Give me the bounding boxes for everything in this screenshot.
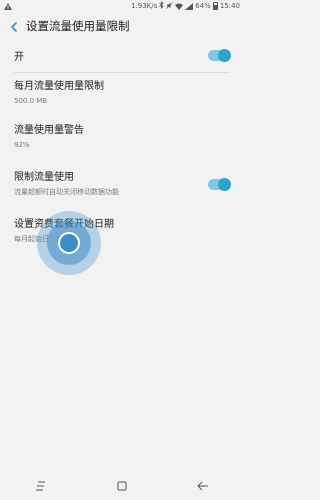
monthly-limit-value: 500.0 MB	[14, 97, 48, 105]
monthly-limit-item[interactable]: 每月流量使用量限制 500.0 MB	[14, 80, 230, 106]
page-title: 设置流量使用量限制	[26, 19, 130, 33]
usage-warning-item[interactable]: 流量使用量警告 92%	[14, 124, 230, 150]
touch-point	[58, 232, 80, 254]
recent-apps-icon	[35, 481, 47, 491]
limit-usage-toggle[interactable]	[208, 177, 231, 191]
back-nav-button[interactable]	[188, 472, 218, 500]
master-switch-label: 开	[14, 51, 24, 63]
master-toggle[interactable]	[208, 48, 231, 62]
master-switch-row[interactable]: 开	[14, 45, 231, 65]
divider	[14, 72, 230, 73]
warning-icon	[4, 2, 12, 10]
toggle-knob	[218, 177, 231, 191]
navigation-bar	[0, 472, 244, 500]
monthly-limit-title: 每月流量使用量限制	[14, 81, 104, 92]
battery-percent: 64%	[195, 2, 211, 10]
back-arrow-icon	[197, 481, 209, 491]
mute-icon	[166, 1, 173, 11]
limit-usage-item[interactable]: 限制流量使用 流量超额时自动关闭移动数据功能	[14, 171, 231, 197]
bluetooth-icon	[159, 1, 164, 11]
wifi-icon	[175, 3, 184, 10]
status-bar: 1.93K/s 64% 15:40	[0, 0, 244, 12]
limit-usage-title: 限制流量使用	[14, 172, 74, 183]
status-right: 1.93K/s 64% 15:40	[131, 1, 240, 11]
signal-icon	[185, 2, 194, 10]
usage-warning-value: 92%	[14, 141, 30, 149]
status-left	[4, 2, 12, 10]
toggle-knob	[218, 48, 231, 62]
usage-warning-title: 流量使用量警告	[14, 125, 84, 136]
home-button[interactable]	[107, 472, 137, 500]
chevron-left-icon	[10, 17, 18, 36]
app-bar: 设置流量使用量限制	[0, 12, 244, 40]
battery-icon	[212, 2, 218, 10]
limit-usage-desc: 流量超额时自动关闭移动数据功能	[14, 188, 119, 196]
network-speed: 1.93K/s	[131, 2, 158, 10]
clock: 15:40	[219, 2, 240, 10]
home-icon	[117, 481, 127, 491]
back-button[interactable]	[4, 12, 24, 40]
recent-apps-button[interactable]	[26, 472, 56, 500]
